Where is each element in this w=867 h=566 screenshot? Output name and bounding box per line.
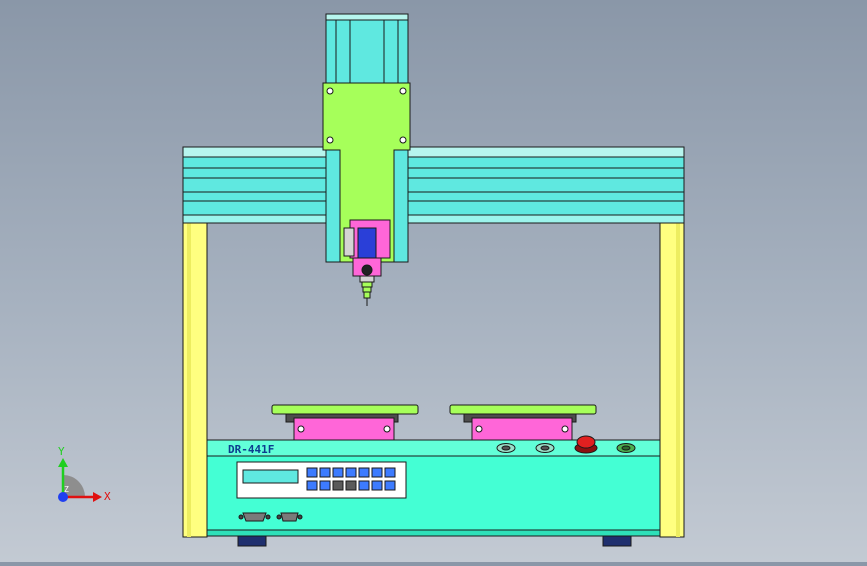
key[interactable] xyxy=(358,467,370,478)
axis-label-y: Y xyxy=(58,445,65,458)
right-fixture-plate xyxy=(449,404,597,415)
motor-block xyxy=(357,227,377,259)
panel-button-2[interactable] xyxy=(535,443,555,453)
key[interactable] xyxy=(306,480,318,491)
machine-drawing: DR-441F Y X Z xyxy=(58,13,685,547)
z-axis-column xyxy=(325,13,409,85)
key[interactable] xyxy=(306,467,318,478)
key[interactable] xyxy=(371,480,383,491)
right-fixture-clamp xyxy=(471,417,573,441)
axis-label-z: Z xyxy=(64,485,69,494)
top-rail-cap xyxy=(182,146,685,158)
key[interactable] xyxy=(319,467,331,478)
left-foot xyxy=(237,535,267,547)
key[interactable] xyxy=(384,480,396,491)
key[interactable] xyxy=(332,467,344,478)
left-fixture-plate xyxy=(271,404,419,415)
panel-button-4[interactable] xyxy=(616,443,636,453)
x-axis-beam xyxy=(182,156,685,216)
key[interactable] xyxy=(358,480,370,491)
left-fixture-clamp xyxy=(293,417,395,441)
key[interactable] xyxy=(384,467,396,478)
xyz-axis-triad-icon: Y X Z xyxy=(58,445,111,503)
panel-button-1[interactable] xyxy=(496,443,516,453)
right-foot xyxy=(602,535,632,547)
axis-label-x: X xyxy=(104,490,111,503)
beam-lower-lip xyxy=(182,214,685,224)
key[interactable] xyxy=(319,480,331,491)
lcd-display xyxy=(242,469,299,484)
key[interactable] xyxy=(371,467,383,478)
cad-viewport[interactable]: DR-441F Y X Z xyxy=(0,0,867,562)
model-plate: DR-441F xyxy=(228,443,274,456)
key[interactable] xyxy=(332,480,344,491)
emergency-stop-icon[interactable] xyxy=(574,435,598,454)
key[interactable] xyxy=(345,480,357,491)
key[interactable] xyxy=(345,467,357,478)
